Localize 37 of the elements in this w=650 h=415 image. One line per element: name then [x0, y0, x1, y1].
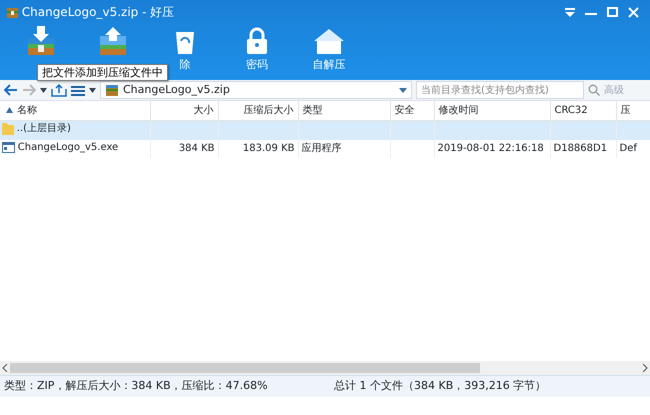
scrollbar-thumb[interactable]: [10, 363, 480, 373]
app-icon: [6, 6, 19, 18]
list-view-icon[interactable]: [71, 84, 85, 96]
toolbar-button[interactable]: 自解压: [300, 24, 358, 78]
caret-icon[interactable]: [89, 88, 96, 92]
back-arrow-icon[interactable]: [4, 84, 18, 96]
column-header[interactable]: 安全: [390, 101, 434, 120]
archive-icon: [105, 84, 119, 96]
column-header[interactable]: 类型: [298, 101, 390, 120]
column-header[interactable]: 大小: [150, 101, 218, 120]
path-field[interactable]: ChangeLogo_v5.zip: [100, 81, 412, 99]
file-name[interactable]: ChangeLogo_v5.exe: [18, 140, 118, 154]
table-cell: 2019-08-01 22:16:18: [434, 140, 550, 158]
sort-arrow-icon: [6, 107, 13, 114]
window-title: ChangeLogo_v5.zip - 好压: [22, 4, 174, 21]
column-header[interactable]: 压: [616, 101, 650, 120]
status-text: 类型：ZIP，解压后大小：384 KB，压缩比：47.68%: [4, 378, 269, 394]
table-cell: 384 KB: [150, 140, 218, 158]
search-icon[interactable]: [588, 84, 600, 96]
status-text: 总计 1 个文件（384 KB，393,216 字节）: [334, 378, 546, 394]
table-cell: 183.09 KB: [218, 140, 298, 158]
column-header[interactable]: 压缩后大小: [218, 101, 298, 120]
search-field[interactable]: 当前目录查找(支持包内查找): [416, 81, 584, 99]
up-folder-icon[interactable]: [51, 84, 67, 96]
column-header[interactable]: CRC32: [550, 101, 616, 120]
scroll-right-icon[interactable]: [642, 364, 648, 372]
folder-icon: [2, 122, 14, 134]
tooltip: 把文件添加到压缩文件中: [37, 64, 168, 81]
scroll-left-icon[interactable]: [2, 364, 8, 372]
column-header[interactable]: 名称: [0, 101, 150, 120]
table-cell: Def: [616, 140, 650, 158]
caret-icon[interactable]: [40, 88, 47, 92]
column-header[interactable]: 修改时间: [434, 101, 550, 120]
toolbar-button[interactable]: 密码: [228, 24, 286, 78]
dropdown-caret-icon[interactable]: [399, 88, 407, 92]
table-cell: D18868D1: [550, 140, 616, 158]
table-cell: 应用程序: [298, 140, 390, 158]
